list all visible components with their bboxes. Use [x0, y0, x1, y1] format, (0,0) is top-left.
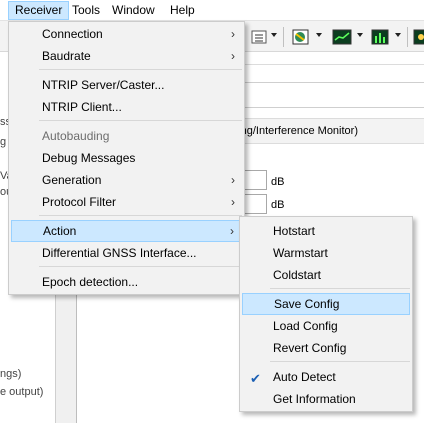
list-view-dropdown-icon[interactable] [271, 33, 277, 37]
menu-item-label: Warmstart [273, 246, 328, 260]
menu-item-label: Generation [42, 173, 102, 187]
toolbar-separator [407, 27, 408, 47]
menu-bar: Receiver Tools Window Help [0, 0, 424, 21]
input-box[interactable] [243, 82, 424, 108]
menu-window[interactable]: Window [106, 1, 161, 20]
menu-item-differential-gnss[interactable]: Differential GNSS Interface... [11, 242, 242, 264]
menu-item-baudrate[interactable]: Baudrate › [11, 45, 242, 67]
checkmark-icon: ✔ [250, 371, 261, 386]
value-field[interactable] [243, 170, 267, 190]
menu-receiver[interactable]: Receiver [8, 1, 70, 20]
menu-item-autobauding: Autobauding [11, 125, 242, 147]
menu-item-label: Differential GNSS Interface... [42, 246, 197, 260]
menu-item-action[interactable]: Action › [11, 220, 242, 242]
menu-item-load-config[interactable]: Load Config [242, 315, 410, 337]
menu-item-generation[interactable]: Generation › [11, 169, 242, 191]
signal-view-dropdown-icon[interactable] [395, 33, 401, 37]
submenu-arrow-icon: › [231, 195, 235, 209]
submenu-arrow-icon: › [231, 49, 235, 63]
menu-item-save-config[interactable]: Save Config [242, 293, 410, 315]
menu-item-protocol-filter[interactable]: Protocol Filter › [11, 191, 242, 213]
menu-item-label: Save Config [274, 297, 340, 311]
action-submenu: Hotstart Warmstart Coldstart Save Config… [239, 216, 413, 412]
signal-view-button[interactable] [371, 28, 389, 46]
text-fragment: g [0, 136, 7, 148]
line-chart-icon [332, 29, 352, 45]
menu-item-label: Debug Messages [42, 151, 136, 165]
menu-item-epoch-detection[interactable]: Epoch detection... [11, 271, 242, 293]
menu-item-debug-messages[interactable]: Debug Messages [11, 147, 242, 169]
menu-item-label: Action [43, 224, 77, 238]
deviation-map-button[interactable] [413, 28, 424, 46]
menu-tools[interactable]: Tools [66, 1, 106, 20]
chart-view-button[interactable] [332, 28, 352, 46]
menu-item-revert-config[interactable]: Revert Config [242, 337, 410, 359]
menu-item-label: Epoch detection... [42, 275, 139, 289]
menu-help[interactable]: Help [164, 1, 201, 20]
panel-title: ming/Interference Monitor) [229, 125, 358, 137]
menu-item-label: Protocol Filter [42, 195, 117, 209]
menu-item-warmstart[interactable]: Warmstart [242, 242, 410, 264]
menu-item-label: Connection [42, 27, 103, 41]
menu-separator [39, 120, 242, 121]
menu-separator [270, 288, 410, 289]
menu-item-label: Baudrate [42, 49, 91, 63]
menu-separator [39, 69, 242, 70]
menu-item-coldstart[interactable]: Coldstart [242, 264, 410, 286]
chart-view-dropdown-icon[interactable] [357, 33, 363, 37]
sky-view-button[interactable] [292, 28, 310, 46]
toolbar-separator [283, 27, 284, 47]
list-view-button[interactable] [250, 28, 268, 46]
menu-separator [39, 266, 242, 267]
bar-chart-icon [371, 29, 389, 45]
menu-item-label: Get Information [273, 392, 356, 406]
menu-separator [39, 215, 242, 216]
satellite-icon [292, 29, 309, 45]
menu-item-ntrip-server[interactable]: NTRIP Server/Caster... [11, 74, 242, 96]
menu-item-hotstart[interactable]: Hotstart [242, 220, 410, 242]
menu-item-connection[interactable]: Connection › [11, 23, 242, 45]
menu-item-label: Hotstart [273, 224, 316, 238]
unit-label: dB [271, 199, 285, 211]
menu-item-label: Autobauding [42, 129, 110, 143]
menu-item-label: Coldstart [273, 268, 322, 282]
menu-item-label: Auto Detect [273, 370, 336, 384]
submenu-arrow-icon: › [231, 27, 235, 41]
submenu-arrow-icon: › [231, 173, 235, 187]
menu-item-auto-detect[interactable]: ✔ Auto Detect [242, 366, 410, 388]
unit-label: dB [271, 176, 285, 188]
receiver-menu: Connection › Baudrate › NTRIP Server/Cas… [8, 21, 245, 295]
menu-item-label: NTRIP Client... [42, 100, 122, 114]
menu-separator [270, 361, 410, 362]
list-icon [251, 30, 267, 44]
text-fragment: e output) [0, 386, 44, 398]
value-field[interactable] [243, 194, 267, 214]
text-fragment: ngs) [0, 368, 22, 380]
menu-item-label: Load Config [273, 319, 338, 333]
menu-item-get-information[interactable]: Get Information [242, 388, 410, 410]
map-icon [413, 29, 424, 45]
menu-item-ntrip-client[interactable]: NTRIP Client... [11, 96, 242, 118]
submenu-arrow-icon: › [230, 224, 234, 238]
menu-item-label: NTRIP Server/Caster... [42, 78, 165, 92]
sky-view-dropdown-icon[interactable] [316, 33, 322, 37]
menu-item-label: Revert Config [273, 341, 347, 355]
